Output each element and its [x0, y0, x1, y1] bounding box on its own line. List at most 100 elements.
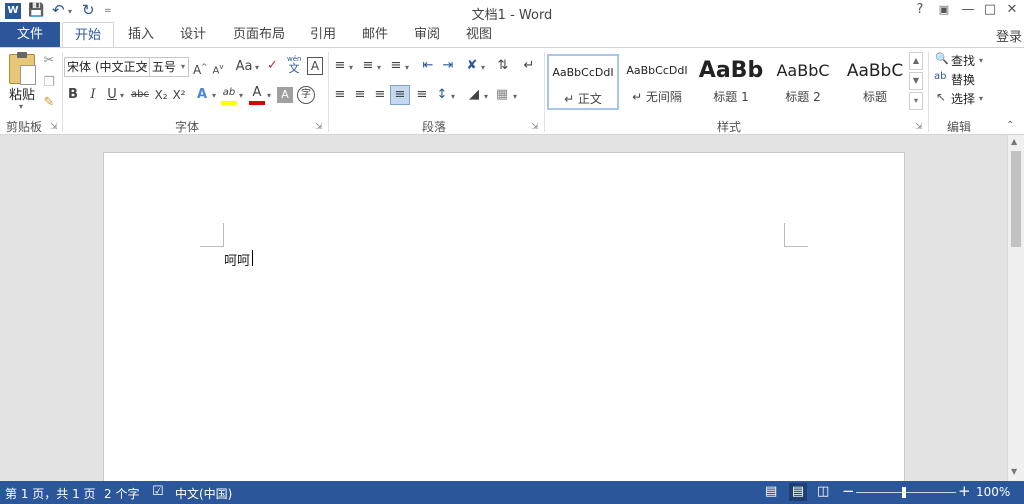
- zoom-slider-track[interactable]: [856, 492, 956, 493]
- borders-icon[interactable]: ▦: [493, 86, 511, 104]
- zoom-in-button[interactable]: +: [958, 482, 971, 500]
- copy-icon[interactable]: ❐: [40, 74, 58, 92]
- tab-mailings[interactable]: 邮件: [352, 22, 398, 48]
- enclose-characters-button[interactable]: 字: [297, 86, 315, 104]
- cut-icon[interactable]: ✂: [40, 52, 58, 70]
- phonetic-guide-icon[interactable]: wén 文: [287, 54, 301, 74]
- superscript-button[interactable]: X²: [171, 86, 187, 104]
- select-icon[interactable]: ↖: [936, 90, 946, 104]
- line-spacing-icon[interactable]: ↕: [433, 86, 451, 104]
- numbering-dropdown-icon[interactable]: ▾: [377, 63, 381, 72]
- close-button[interactable]: ✕: [1002, 2, 1022, 17]
- style-heading-1[interactable]: AaBb 标题 1: [695, 54, 767, 110]
- font-name-dropdown-icon[interactable]: ▾: [143, 62, 147, 71]
- shading-icon[interactable]: ◢: [465, 86, 483, 104]
- undo-icon[interactable]: ↶: [52, 1, 65, 19]
- paste-icon[interactable]: [9, 52, 36, 85]
- paste-dropdown-icon[interactable]: ▾: [19, 102, 23, 111]
- tab-file[interactable]: 文件: [0, 22, 60, 48]
- font-color-dropdown-icon[interactable]: ▾: [267, 91, 271, 100]
- font-size-dropdown-icon[interactable]: ▾: [181, 62, 185, 71]
- scroll-down-icon[interactable]: ▼: [1011, 467, 1017, 476]
- multilevel-dropdown-icon[interactable]: ▾: [405, 63, 409, 72]
- highlight-button[interactable]: ab: [221, 84, 237, 102]
- character-border-button[interactable]: A: [307, 57, 323, 75]
- style-normal[interactable]: AaBbCcDdI ↵ 正文: [547, 54, 619, 110]
- grow-font-icon[interactable]: A^: [193, 58, 207, 79]
- sort-icon[interactable]: ⇅: [495, 57, 511, 75]
- signin-link[interactable]: 登录: [996, 26, 1022, 45]
- styles-scroll-up-icon[interactable]: ▲: [909, 52, 923, 70]
- align-left-icon[interactable]: ≡: [331, 86, 349, 104]
- paste-button[interactable]: 粘贴: [9, 84, 35, 103]
- minimize-button[interactable]: —: [958, 2, 978, 17]
- tab-references[interactable]: 引用: [300, 22, 346, 48]
- styles-scroll-down-icon[interactable]: ▼: [909, 72, 923, 90]
- styles-launcher-icon[interactable]: ⇲: [915, 122, 923, 132]
- tab-view[interactable]: 视图: [456, 22, 502, 48]
- align-center-icon[interactable]: ≡: [351, 86, 369, 104]
- select-dropdown-icon[interactable]: ▾: [979, 94, 983, 103]
- italic-button[interactable]: I: [85, 86, 101, 104]
- paragraph-launcher-icon[interactable]: ⇲: [531, 122, 539, 132]
- highlight-dropdown-icon[interactable]: ▾: [239, 91, 243, 100]
- help-button[interactable]: ?: [910, 2, 930, 17]
- underline-button[interactable]: U: [105, 86, 119, 104]
- tab-layout[interactable]: 页面布局: [226, 22, 292, 48]
- styles-more-icon[interactable]: ▾: [909, 92, 923, 110]
- clipboard-launcher-icon[interactable]: ⇲: [50, 122, 58, 132]
- change-case-button[interactable]: Aa: [233, 58, 255, 76]
- tab-insert[interactable]: 插入: [118, 22, 164, 48]
- tab-design[interactable]: 设计: [170, 22, 216, 48]
- style-heading-2[interactable]: AaBbC 标题 2: [767, 54, 839, 110]
- style-no-spacing[interactable]: AaBbCcDdI ↵ 无间隔: [621, 54, 693, 110]
- align-right-icon[interactable]: ≡: [371, 86, 389, 104]
- document-page[interactable]: 呵呵: [103, 152, 905, 492]
- underline-dropdown-icon[interactable]: ▾: [120, 91, 124, 100]
- redo-icon[interactable]: ↻: [82, 1, 95, 19]
- text-effects-button[interactable]: A: [195, 86, 209, 104]
- numbering-icon[interactable]: ≡: [359, 57, 377, 75]
- web-layout-icon[interactable]: ◫: [817, 484, 829, 499]
- scroll-thumb[interactable]: [1011, 151, 1021, 247]
- maximize-button[interactable]: □: [980, 2, 1000, 17]
- strikethrough-button[interactable]: abc: [129, 86, 151, 104]
- find-dropdown-icon[interactable]: ▾: [979, 56, 983, 65]
- increase-indent-icon[interactable]: ⇥: [439, 57, 457, 75]
- font-color-button[interactable]: A: [249, 84, 265, 102]
- bullets-dropdown-icon[interactable]: ▾: [349, 63, 353, 72]
- bold-button[interactable]: B: [65, 86, 81, 104]
- zoom-level[interactable]: 100%: [976, 485, 1010, 499]
- zoom-out-button[interactable]: −: [842, 482, 855, 500]
- subscript-button[interactable]: X₂: [153, 86, 169, 104]
- replace-icon[interactable]: ab: [934, 71, 946, 82]
- vertical-scrollbar[interactable]: ▲ ▼: [1007, 135, 1024, 481]
- shrink-font-icon[interactable]: Av: [211, 58, 225, 80]
- scroll-up-icon[interactable]: ▲: [1011, 137, 1017, 146]
- find-button[interactable]: 查找: [951, 52, 975, 69]
- text-effects-dropdown-icon[interactable]: ▾: [212, 91, 216, 100]
- zoom-slider-thumb[interactable]: [902, 487, 906, 498]
- chinese-layout-dropdown-icon[interactable]: ▾: [481, 63, 485, 72]
- bullets-icon[interactable]: ≡: [331, 57, 349, 75]
- language-status[interactable]: 中文(中国): [175, 485, 232, 502]
- page-count[interactable]: 第 1 页，共 1 页: [5, 485, 96, 502]
- line-spacing-dropdown-icon[interactable]: ▾: [451, 92, 455, 101]
- save-icon[interactable]: 💾: [28, 3, 44, 18]
- read-mode-icon[interactable]: ▤: [765, 484, 777, 499]
- justify-icon[interactable]: ≡: [390, 85, 410, 105]
- multilevel-list-icon[interactable]: ≡: [387, 57, 405, 75]
- distributed-icon[interactable]: ≡: [413, 86, 431, 104]
- change-case-dropdown-icon[interactable]: ▾: [255, 63, 259, 72]
- clear-formatting-icon[interactable]: ✓: [267, 58, 278, 73]
- show-marks-icon[interactable]: ↵: [521, 57, 537, 75]
- decrease-indent-icon[interactable]: ⇤: [419, 57, 437, 75]
- character-shading-button[interactable]: A: [277, 87, 293, 103]
- select-button[interactable]: 选择: [951, 90, 975, 107]
- font-launcher-icon[interactable]: ⇲: [315, 122, 323, 132]
- replace-button[interactable]: 替换: [951, 71, 975, 88]
- customize-qat-icon[interactable]: =: [104, 6, 112, 16]
- document-text[interactable]: 呵呵: [224, 250, 250, 269]
- find-icon[interactable]: 🔍: [935, 52, 949, 65]
- format-painter-icon[interactable]: ✎: [40, 94, 58, 112]
